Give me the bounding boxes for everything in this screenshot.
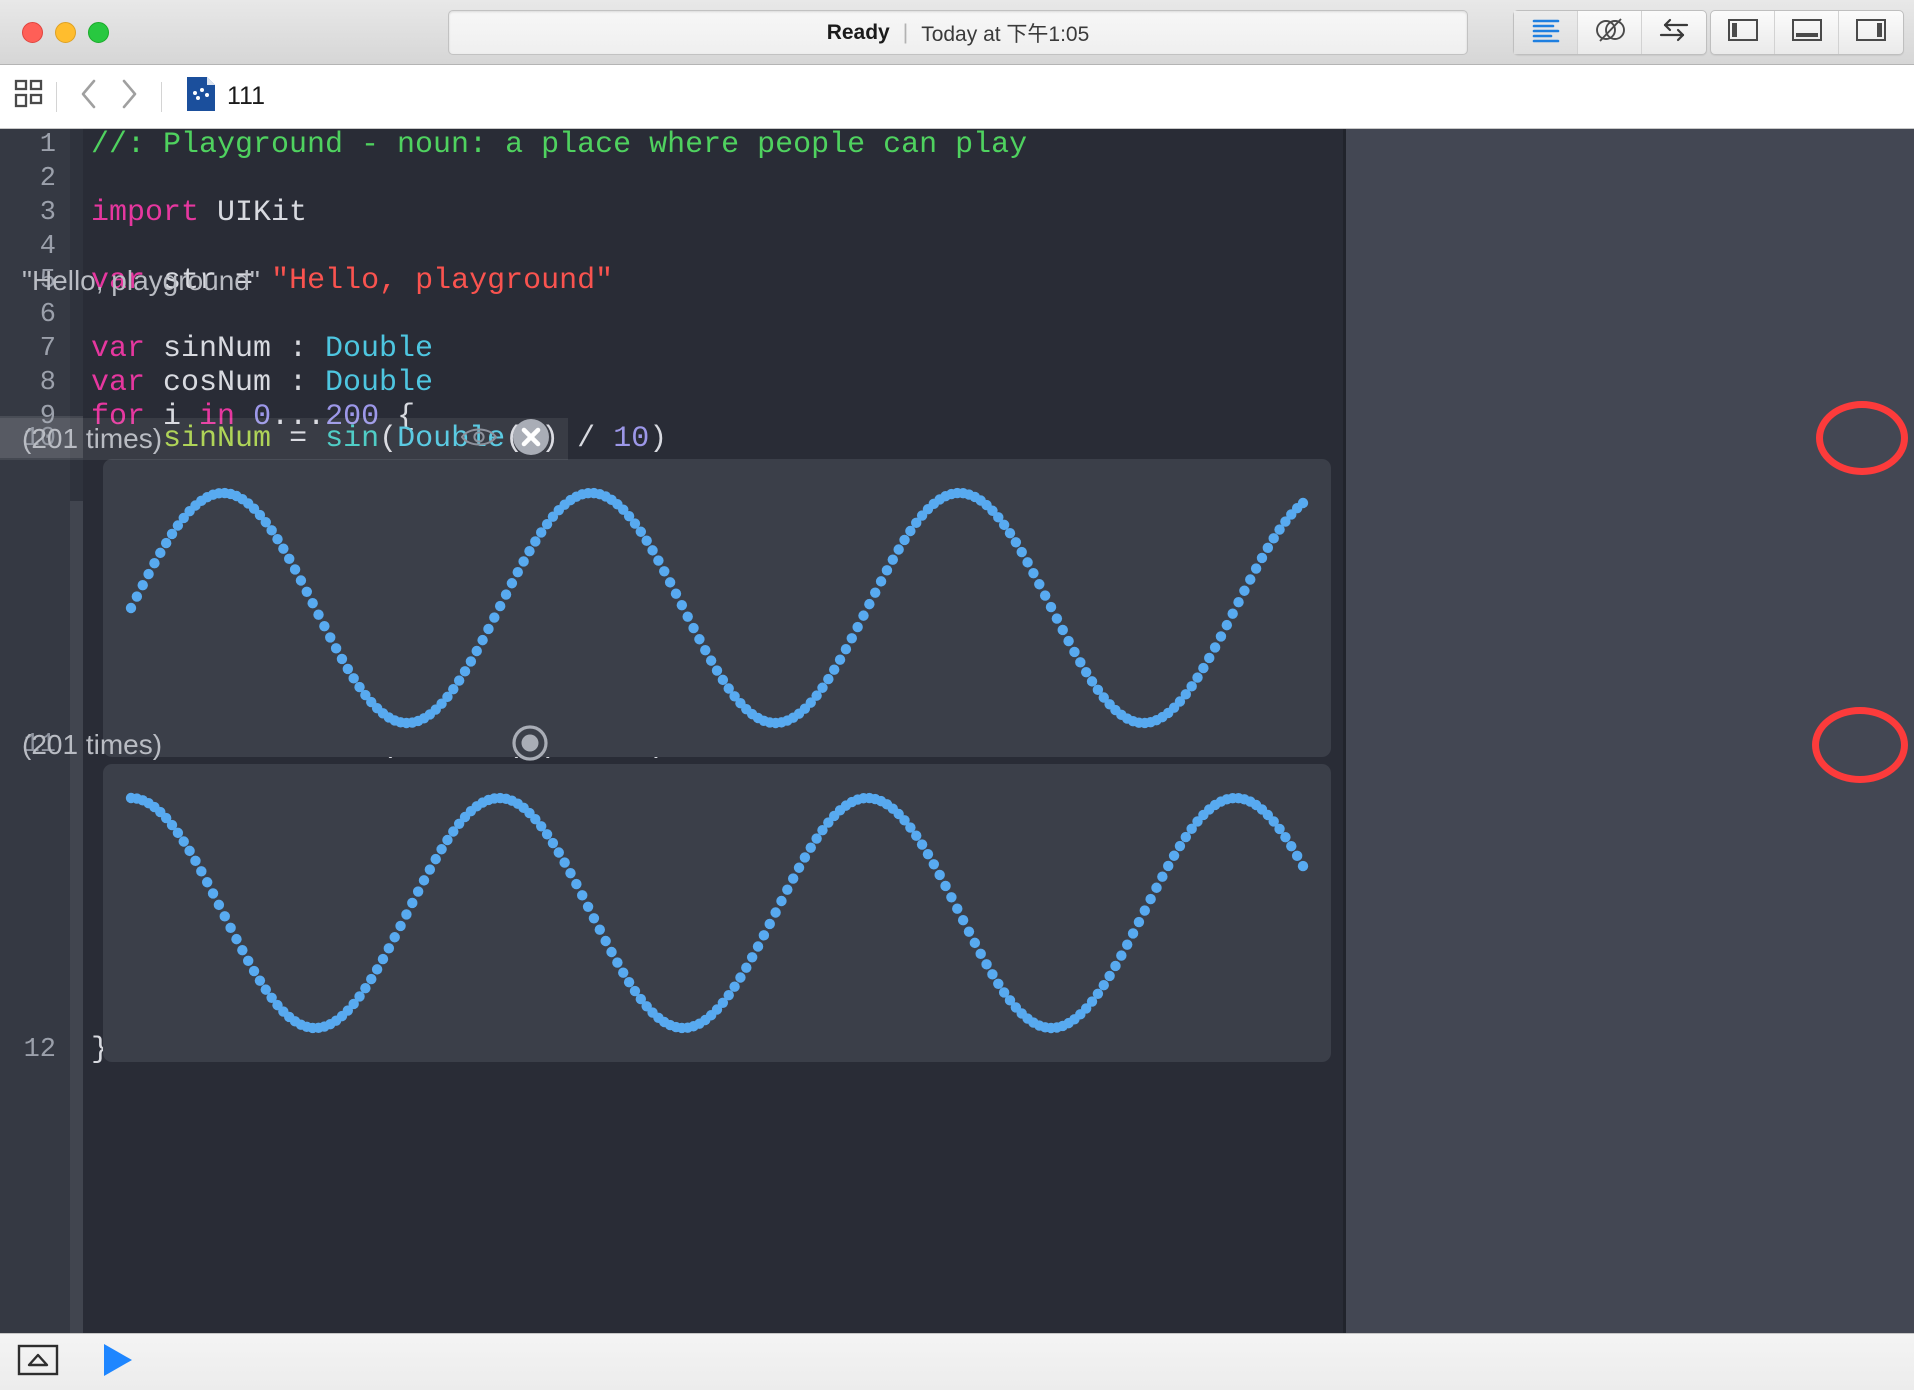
result-value: "Hello, playground": [22, 265, 260, 296]
jumpbar-divider-1: [56, 81, 57, 112]
related-items-button[interactable]: [14, 79, 44, 114]
jumpbar-file-name: 111: [227, 82, 266, 110]
code-token: UIKit: [199, 196, 308, 230]
result-value: (201 times): [22, 729, 163, 760]
editor-mode-button-group: [1513, 10, 1707, 55]
arrows-swap-icon: [1657, 17, 1691, 48]
run-playground-button[interactable]: [92, 1342, 144, 1382]
close-x-icon[interactable]: [512, 418, 550, 461]
result-value: (201 times): [22, 423, 163, 454]
venn-circles-icon: [1594, 16, 1626, 49]
minimize-window-button[interactable]: [55, 21, 76, 43]
window-grid-icon: [14, 79, 44, 114]
cos-graph-plot: [125, 792, 1309, 1034]
show-console-icon: [17, 1343, 59, 1382]
traffic-lights: [22, 21, 109, 43]
toggle-utilities-button[interactable]: [1839, 11, 1903, 54]
sin-graph-plot: [125, 487, 1309, 729]
code-token: 10: [613, 422, 650, 456]
toggle-navigator-button[interactable]: [1711, 11, 1775, 54]
navigate-forward-button[interactable]: [109, 78, 149, 115]
result-row[interactable]: (201 times): [0, 724, 568, 766]
code-token: //: Playground - noun: a place where peo…: [91, 129, 1028, 162]
playground-file-icon: [186, 76, 216, 117]
jumpbar-divider-2: [161, 81, 162, 112]
code-line[interactable]: //: Playground - noun: a place where peo…: [87, 129, 1914, 166]
status-state: Ready: [826, 20, 890, 44]
playground-editor: 1 2 3 4 5 6 7 8 9 10 11 12 //: Playgroun…: [0, 129, 1914, 1333]
view-toggle-button-group: [1710, 10, 1904, 55]
play-triangle-icon: [101, 1342, 135, 1383]
navigate-back-button[interactable]: [69, 78, 109, 115]
code-token: cosNum :: [145, 366, 326, 400]
line-number: 12: [23, 1035, 56, 1065]
status-timestamp: Today at 下午1:05: [921, 22, 1090, 46]
assistant-editor-button[interactable]: [1578, 11, 1642, 54]
lines-icon: [1531, 17, 1561, 48]
chevron-left-icon: [79, 78, 99, 115]
code-token: var: [91, 332, 146, 366]
close-window-button[interactable]: [22, 21, 43, 43]
sin-graph-panel[interactable]: [103, 459, 1331, 757]
chevron-right-icon: [119, 78, 139, 115]
result-row-actions: [510, 724, 550, 766]
code-token: sinNum :: [145, 332, 326, 366]
folding-ribbon-active-block[interactable]: [70, 501, 83, 1333]
code-token: var: [91, 366, 146, 400]
value-history-circle-icon[interactable]: [510, 723, 550, 768]
code-token: ): [649, 422, 668, 456]
cos-graph-panel[interactable]: [103, 764, 1331, 1062]
result-row[interactable]: "Hello, playground": [0, 260, 568, 302]
version-editor-button[interactable]: [1642, 11, 1706, 54]
code-token: import: [91, 196, 200, 230]
result-row[interactable]: (201 times): [0, 418, 568, 460]
result-row-actions: [460, 418, 550, 460]
toggle-debug-area-button[interactable]: [1775, 11, 1839, 54]
jump-bar: 111: [0, 65, 1914, 129]
code-line[interactable]: import UIKit: [87, 192, 1914, 234]
zoom-window-button[interactable]: [88, 21, 109, 43]
status-separator: |: [902, 20, 909, 44]
code-token: Double: [325, 366, 434, 400]
bottom-panel-icon: [1791, 17, 1823, 48]
right-panel-icon: [1855, 17, 1887, 48]
jumpbar-file-item[interactable]: 111: [186, 76, 265, 117]
window-title-bar: Ready | Today at 下午1:05: [0, 0, 1914, 65]
debug-bar: [0, 1333, 1914, 1390]
quick-look-eye-icon[interactable]: [460, 424, 498, 455]
code-token: Double: [325, 332, 434, 366]
activity-status-field: Ready | Today at 下午1:05: [448, 10, 1468, 55]
standard-editor-button[interactable]: [1514, 11, 1578, 54]
left-panel-icon: [1727, 17, 1759, 48]
show-console-button[interactable]: [12, 1342, 64, 1382]
